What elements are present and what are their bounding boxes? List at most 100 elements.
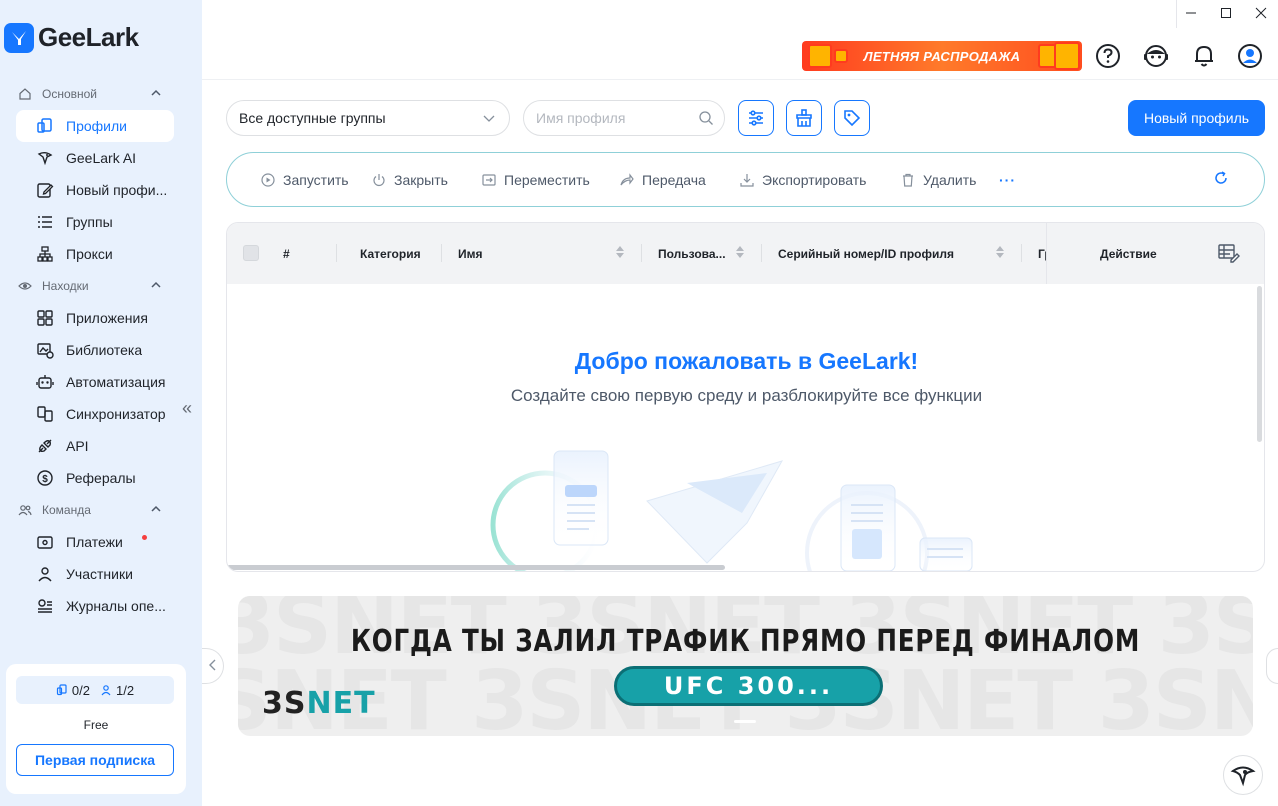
export-label: Экспортировать [762,171,867,188]
delete-label: Удалить [923,171,977,188]
user-icon [101,685,111,696]
sidebar-item-apps[interactable]: Приложения [16,302,174,334]
notification-dot [142,535,147,540]
bell-icon[interactable] [1190,42,1218,70]
coin-icon [834,49,848,63]
start-button[interactable]: Запустить [261,153,349,206]
sidebar-item-referrals[interactable]: $ Рефералы [16,462,174,494]
sidebar-item-payments[interactable]: Платежи [16,526,174,558]
account-avatar-icon[interactable] [1236,42,1264,70]
profile-search-input[interactable] [524,101,684,135]
banner-pill: UFC 300... [614,666,883,706]
chevron-left-icon [208,658,218,675]
sidebar-item-api[interactable]: API [16,430,174,462]
dollar-icon: $ [36,469,54,487]
more-label: ··· [999,171,1016,188]
close-icon[interactable] [1255,6,1267,22]
sidebar-item-proxy[interactable]: Прокси [16,238,174,270]
sidebar-item-label: Приложения [66,310,148,326]
window-controls [1174,0,1278,28]
user-icon [36,565,54,583]
banner-brand-logo: 3SNET [262,686,376,721]
sidebar-item-logs[interactable]: Журналы опе... [16,590,174,622]
log-icon [36,597,54,615]
sidebar-item-label: Платежи [66,534,123,550]
download-icon [740,173,754,187]
library-icon [36,341,54,359]
maximize-icon[interactable] [1220,6,1232,22]
vertical-scrollbar[interactable] [1257,286,1262,442]
refresh-button[interactable] [1214,153,1228,206]
sidebar-item-groups[interactable]: Группы [16,206,174,238]
profiles-icon [56,684,67,696]
help-icon[interactable] [1094,42,1122,70]
power-icon [372,173,386,187]
first-subscription-button[interactable]: Первая подписка [16,744,174,776]
sidebar-item-library[interactable]: Библиотека [16,334,174,366]
trash-icon [901,173,915,187]
member-usage: 1/2 [100,683,134,698]
support-agent-icon[interactable] [1142,42,1170,70]
sidebar-item-label: Библиотека [66,342,143,358]
banner-prev-button[interactable] [202,648,224,684]
banner-title: КОГДА ТЫ ЗАЛИЛ ТРАФИК ПРЯМО ПЕРЕД ФИНАЛО… [350,624,1141,659]
eye-icon [18,279,32,293]
ad-banner[interactable]: 3SNET 3SNET 3SNET 3SNET 3SNET 3SNET 3SNE… [238,596,1253,736]
section-main[interactable]: Основной [0,78,202,110]
clean-button[interactable] [786,100,822,136]
plan-usage: 0/2 1/2 [16,676,174,704]
delete-button[interactable]: Удалить [901,153,976,206]
sidebar-item-label: Профили [66,118,127,134]
group-select[interactable]: Все доступные группы [226,100,510,136]
more-actions-button[interactable]: ··· [999,153,1016,206]
member-usage-value: 1/2 [116,682,135,698]
horizontal-scrollbar[interactable] [227,565,725,570]
sidebar-item-geelark-ai[interactable]: GeeLark AI [16,142,174,174]
profile-usage: 0/2 [56,683,90,698]
new-profile-button[interactable]: Новый профиль [1128,100,1265,136]
move-button[interactable]: Переместить [482,153,590,206]
banner-next-button[interactable] [1266,648,1278,684]
transfer-button[interactable]: Передача [620,153,706,206]
sidebar-item-label: GeeLark AI [66,150,137,166]
sidebar-item-label: Участники [66,566,133,582]
edit-icon [36,181,54,199]
export-button[interactable]: Экспортировать [740,153,866,206]
profile-search[interactable] [523,100,725,136]
app-name: GeeLark [38,22,139,52]
minimize-icon[interactable] [1185,6,1197,22]
filter-button[interactable] [738,100,774,136]
sidebar-item-label: Прокси [66,246,113,262]
sidebar-item-synchronizer[interactable]: Синхронизатор [16,398,174,430]
play-icon [261,172,275,187]
assistant-bird-button[interactable] [1223,755,1263,795]
gift-icon [808,44,832,68]
refresh-icon [1214,171,1228,188]
group-select-value: Все доступные группы [239,110,386,126]
sidebar-item-new-profile[interactable]: Новый профи... [16,174,174,206]
sidebar-item-automation[interactable]: Автоматизация [16,366,174,398]
sidebar-item-members[interactable]: Участники [16,558,174,590]
sidebar-item-label: Журналы опе... [66,598,166,614]
tags-button[interactable] [834,100,870,136]
carousel-indicator[interactable] [734,720,756,723]
home-icon [18,87,32,101]
collapse-sidebar-icon[interactable]: « [182,398,192,419]
section-discoveries[interactable]: Находки [0,270,202,302]
plan-card: 0/2 1/2 Free Первая подписка [6,664,186,794]
move-label: Переместить [504,171,590,188]
chevron-up-icon [150,87,162,102]
sidebar-item-profiles[interactable]: Профили [16,110,174,142]
section-team[interactable]: Команда [0,494,202,526]
network-icon [36,245,54,263]
sidebar-item-label: Группы [66,214,113,230]
search-icon[interactable] [698,110,714,129]
sidebar-item-label: Синхронизатор [66,406,166,422]
app-logo[interactable]: GeeLark [4,22,139,53]
ai-bird-icon [36,149,54,167]
close-profile-button[interactable]: Закрыть [372,153,448,206]
sidebar-nav: Основной Профили GeeLark AI Новый профи.… [0,78,202,622]
profiles-table: # Категория Имя Пользова... Серийный ном… [226,222,1265,572]
profile-usage-value: 0/2 [71,682,90,698]
summer-sale-banner[interactable]: ЛЕТНЯЯ РАСПРОДАЖА [802,41,1082,71]
